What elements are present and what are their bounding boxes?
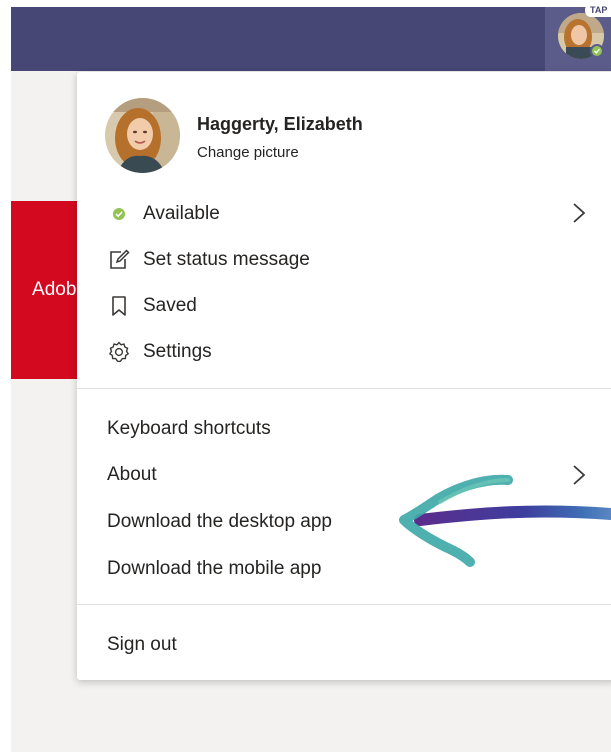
- menu-item-label: Available: [143, 203, 220, 224]
- menu-item-about[interactable]: About: [107, 464, 157, 486]
- profile-menu: Haggerty, Elizabeth Change picture Avail…: [77, 72, 611, 680]
- menu-divider: [77, 604, 611, 605]
- menu-divider: [77, 388, 611, 389]
- sign-out-button[interactable]: Sign out: [107, 634, 177, 656]
- chevron-right-icon[interactable]: [570, 201, 588, 225]
- menu-item-available[interactable]: Available: [107, 199, 220, 229]
- avatar[interactable]: [105, 98, 180, 173]
- menu-item-settings[interactable]: Settings: [107, 337, 212, 367]
- bookmark-icon: [107, 294, 131, 318]
- presence-available-indicator: [590, 44, 604, 58]
- profile-name: Haggerty, Elizabeth: [197, 114, 363, 134]
- tap-badge: TAP: [585, 4, 611, 17]
- menu-item-label: Settings: [143, 341, 212, 362]
- app-header-bar: [11, 7, 611, 71]
- menu-item-download-mobile-app[interactable]: Download the mobile app: [107, 558, 321, 580]
- gear-icon: [107, 340, 131, 364]
- edit-icon: [107, 248, 131, 272]
- menu-item-label: Set status message: [143, 249, 310, 270]
- menu-item-saved[interactable]: Saved: [107, 291, 197, 321]
- menu-item-download-desktop-app[interactable]: Download the desktop app: [107, 511, 332, 533]
- menu-item-label: Saved: [143, 295, 197, 316]
- annotation-arrow: [399, 474, 611, 567]
- change-picture-link[interactable]: Change picture: [197, 144, 299, 161]
- menu-item-keyboard-shortcuts[interactable]: Keyboard shortcuts: [107, 418, 271, 440]
- menu-item-set-status-message[interactable]: Set status message: [107, 245, 310, 275]
- teams-window: Adobe TAP Haggerty, Elizabeth Change pic…: [0, 0, 611, 752]
- presence-available-icon: [107, 202, 131, 226]
